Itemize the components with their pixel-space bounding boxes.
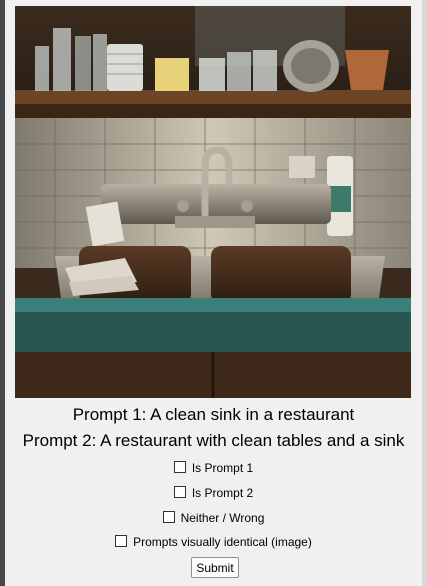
checkbox-icon[interactable]: [115, 535, 128, 547]
option-label: Prompts visually identical (image): [133, 535, 312, 549]
option-neither-wrong[interactable]: Neither / Wrong: [5, 511, 422, 525]
option-label: Is Prompt 2: [191, 486, 254, 500]
checkbox-icon[interactable]: [173, 461, 186, 473]
option-visually-identical[interactable]: Prompts visually identical (image): [5, 535, 422, 549]
generated-image: [15, 6, 411, 398]
option-label: Is Prompt 1: [191, 461, 254, 475]
submit-button[interactable]: Submit: [191, 557, 239, 578]
sink-scene-image: [15, 6, 411, 398]
option-is-prompt-1[interactable]: Is Prompt 1: [5, 461, 422, 475]
prompt-1-text: Prompt 1: A clean sink in a restaurant: [72, 405, 355, 424]
checkbox-icon[interactable]: [162, 511, 175, 523]
option-is-prompt-2[interactable]: Is Prompt 2: [5, 486, 422, 500]
rating-dialog: Prompt 1: A clean sink in a restaurant P…: [5, 0, 422, 586]
prompt-2-text: Prompt 2: A restaurant with clean tables…: [22, 431, 405, 450]
checkbox-icon[interactable]: [173, 486, 186, 498]
window-edge: [422, 0, 427, 586]
option-label: Neither / Wrong: [180, 511, 265, 525]
